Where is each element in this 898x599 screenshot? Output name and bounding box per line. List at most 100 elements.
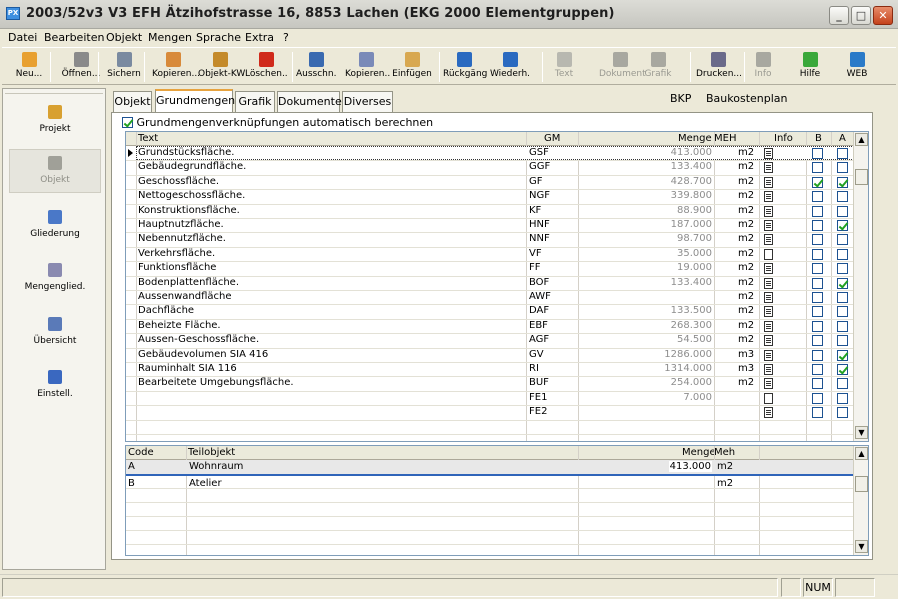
table-row[interactable]: Bodenplattenfläche. BOF 133.400 m2 [126, 276, 855, 291]
tab-dokumente[interactable]: Dokumente [277, 91, 342, 112]
column-header-gm[interactable]: GM [544, 133, 560, 144]
row-meh[interactable]: m2 [717, 478, 733, 489]
row-gm[interactable]: FF [529, 262, 541, 273]
row-gm[interactable]: VF [529, 248, 542, 259]
row-gm[interactable]: RI [529, 363, 539, 374]
row-text[interactable]: Bodenplattenfläche. [138, 277, 239, 288]
auto-calc-checkbox-row[interactable]: Grundmengenverknüpfungen automatisch ber… [122, 116, 433, 129]
document-icon[interactable] [764, 349, 773, 361]
document-icon[interactable] [764, 335, 773, 347]
table-row[interactable]: Funktionsfläche FF 19.000 m2 [126, 261, 855, 276]
a-checkbox[interactable] [837, 364, 848, 375]
toolbar-button-17[interactable]: WEB [840, 52, 874, 84]
row-menge[interactable]: 268.300 [671, 320, 712, 331]
row-gm[interactable]: NNF [529, 233, 550, 244]
a-checkbox[interactable] [837, 320, 848, 332]
row-meh[interactable]: m2 [738, 161, 754, 172]
toolbar-button-10[interactable]: Wiederh. [489, 52, 531, 84]
a-checkbox[interactable] [837, 220, 848, 231]
table-row[interactable]: Beheizte Fläche. EBF 268.300 m2 [126, 319, 855, 334]
row-meh[interactable]: m2 [738, 176, 754, 187]
table-row[interactable]: Nebennutzfläche. NNF 98.700 m2 [126, 232, 855, 247]
row-gm[interactable]: AGF [529, 334, 549, 345]
menu-5[interactable]: Extra [245, 31, 274, 44]
scroll-up-button[interactable]: ▲ [855, 447, 868, 460]
scroll-down-button[interactable]: ▼ [855, 426, 868, 439]
tab-objekt[interactable]: Objekt [113, 91, 152, 112]
row-meh[interactable]: m2 [717, 461, 733, 472]
row-menge[interactable]: 339.800 [671, 190, 712, 201]
row-menge[interactable]: 133.400 [671, 161, 712, 172]
b-checkbox[interactable] [812, 176, 823, 188]
menu-1[interactable]: Bearbeiten [44, 31, 104, 44]
tab-grundmengen[interactable]: Grundmengen [155, 89, 235, 113]
grid-scrollbar[interactable]: ▲ ▼ [853, 446, 868, 555]
row-menge[interactable]: 19.000 [677, 262, 712, 273]
document-icon[interactable] [764, 292, 773, 303]
menu-4[interactable]: Sprache [196, 31, 241, 44]
b-checkbox[interactable] [812, 263, 823, 275]
b-checkbox[interactable] [812, 378, 823, 390]
a-checkbox[interactable] [837, 162, 848, 174]
a-checkbox[interactable] [837, 176, 848, 188]
row-meh[interactable]: m2 [738, 377, 754, 388]
document-icon[interactable] [764, 277, 773, 289]
b-checkbox[interactable] [812, 277, 823, 289]
b-checkbox[interactable] [812, 148, 823, 159]
row-gm[interactable]: BOF [529, 277, 549, 288]
b-checkbox[interactable] [812, 407, 823, 419]
scroll-up-button[interactable]: ▲ [855, 133, 868, 146]
a-checkbox[interactable] [837, 263, 848, 275]
row-meh[interactable]: m2 [738, 291, 754, 302]
table-row[interactable]: Gebäudevolumen SIA 416 GV 1286.000 m3 [126, 348, 855, 363]
row-meh[interactable]: m2 [738, 219, 754, 230]
row-gm[interactable]: GGF [529, 161, 550, 172]
document-icon[interactable] [764, 220, 773, 231]
scroll-down-button[interactable]: ▼ [855, 540, 868, 553]
menu-3[interactable]: Mengen [148, 31, 192, 44]
table-row[interactable]: Dachfläche DAF 133.500 m2 [126, 304, 855, 319]
table-row[interactable]: FE1 7.000 [126, 391, 855, 406]
menu-2[interactable]: Objekt [106, 31, 142, 44]
row-gm[interactable]: GSF [529, 147, 549, 158]
row-menge[interactable]: 133.400 [671, 277, 712, 288]
row-text[interactable]: Konstruktionsfläche. [138, 205, 240, 216]
menu-6[interactable]: ? [283, 31, 289, 44]
document-icon[interactable] [764, 378, 773, 390]
b-checkbox[interactable] [812, 364, 823, 375]
a-checkbox[interactable] [837, 392, 848, 404]
a-checkbox[interactable] [837, 234, 848, 246]
document-icon[interactable] [764, 248, 773, 260]
row-code[interactable]: B [128, 478, 135, 489]
toolbar-button-1[interactable]: Öffnen... [60, 52, 102, 84]
row-menge[interactable]: 187.000 [671, 219, 712, 230]
row-gm[interactable]: EBF [529, 320, 548, 331]
a-checkbox[interactable] [837, 292, 848, 303]
a-checkbox[interactable] [837, 378, 848, 390]
row-text[interactable]: Beheizte Fläche. [138, 320, 221, 331]
toolbar-button-3[interactable]: Kopieren... [152, 52, 200, 84]
tab-diverses[interactable]: Diverses [342, 91, 393, 112]
row-meh[interactable]: m2 [738, 147, 754, 158]
a-checkbox[interactable] [837, 335, 848, 347]
row-code[interactable]: A [128, 461, 135, 472]
row-gm[interactable]: AWF [529, 291, 551, 302]
a-checkbox[interactable] [837, 306, 848, 318]
row-text[interactable]: Bearbeitete Umgebungsfläche. [138, 377, 294, 388]
row-text[interactable]: Gebäudegrundfläche. [138, 161, 246, 172]
row-menge[interactable]: 1314.000 [664, 363, 712, 374]
table-row[interactable]: Rauminhalt SIA 116 RI 1314.000 m3 [126, 362, 855, 377]
b-checkbox[interactable] [812, 234, 823, 246]
column-header-code[interactable]: Code [128, 447, 154, 458]
b-checkbox[interactable] [812, 191, 823, 203]
row-meh[interactable]: m2 [738, 190, 754, 201]
toolbar-button-16[interactable]: Hilfe [795, 52, 825, 84]
maximize-button[interactable]: □ [851, 6, 871, 25]
table-row[interactable]: Gebäudegrundfläche. GGF 133.400 m2 [126, 160, 855, 175]
column-header-meh[interactable]: Meh [714, 447, 735, 458]
column-header-info[interactable]: Info [774, 133, 793, 144]
toolbar-button-9[interactable]: Rückgäng [443, 52, 487, 84]
toolbar-button-8[interactable]: Einfügen [392, 52, 432, 84]
toolbar-button-5[interactable]: Löschen.. [245, 52, 288, 84]
a-checkbox[interactable] [837, 191, 848, 203]
